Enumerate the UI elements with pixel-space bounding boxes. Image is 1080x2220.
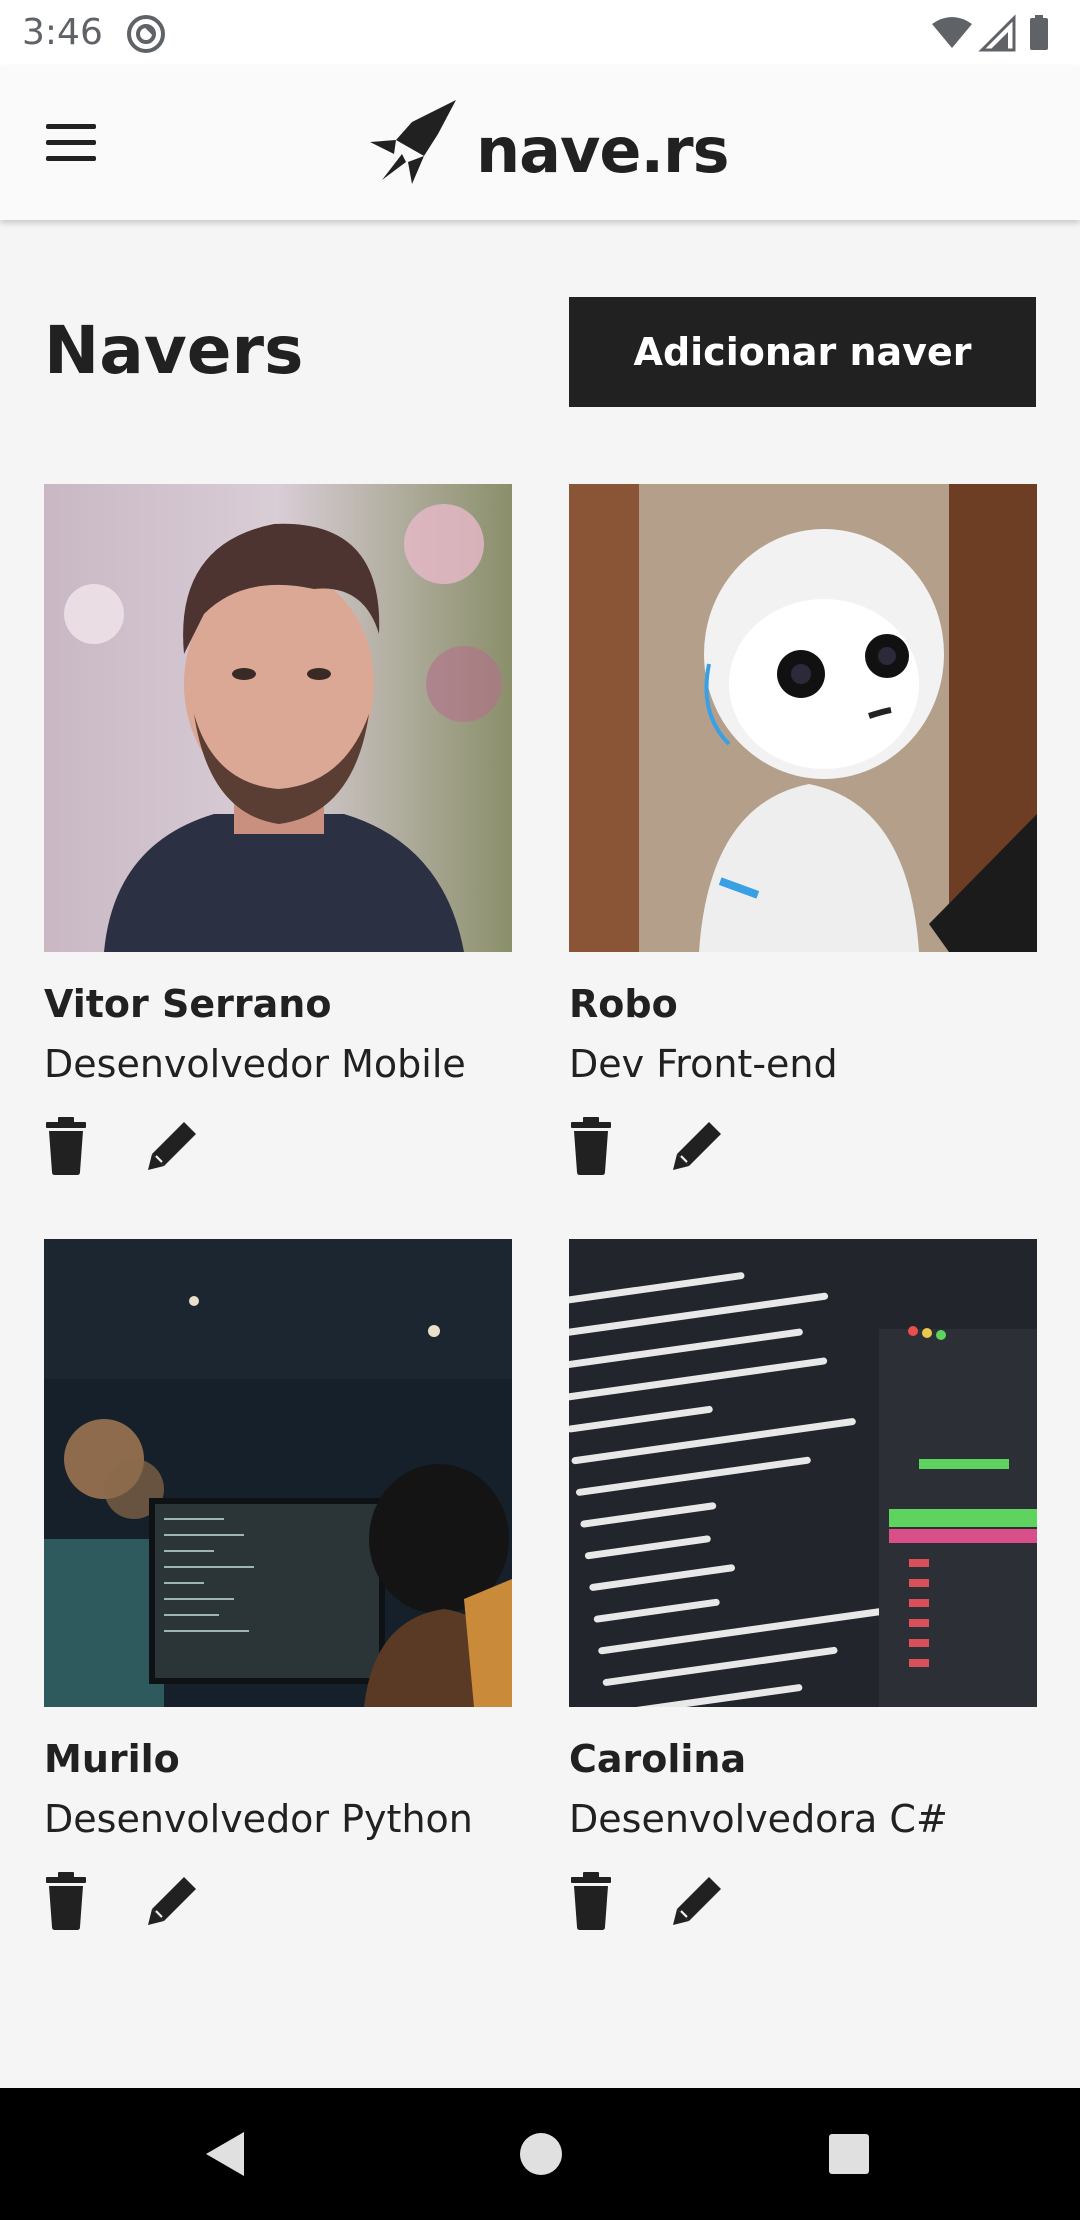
app-logo: nave.rs — [366, 96, 729, 192]
naver-card[interactable]: Carolina Desenvolvedora C# — [569, 1239, 1037, 1931]
naver-role: Dev Front-end — [569, 1042, 838, 1086]
trash-icon[interactable] — [569, 1116, 625, 1176]
recents-square-icon[interactable] — [828, 2133, 870, 2180]
rocket-icon — [370, 100, 456, 184]
card-actions — [569, 1871, 1037, 1931]
system-nav-bar — [0, 2088, 1080, 2220]
status-time: 3:46 — [22, 12, 103, 53]
naver-role: Desenvolvedora C# — [569, 1797, 948, 1841]
naver-role: Desenvolvedor Mobile — [44, 1042, 466, 1086]
status-icons — [930, 14, 1062, 54]
trash-icon[interactable] — [44, 1116, 100, 1176]
office-monitor-photo[interactable] — [44, 1239, 512, 1707]
app-header: nave.rs — [0, 66, 1080, 220]
portrait-photo[interactable] — [44, 484, 512, 952]
naver-name: Carolina — [569, 1737, 747, 1781]
robot-photo[interactable] — [569, 484, 1037, 952]
home-circle-icon[interactable] — [519, 2132, 563, 2181]
card-actions — [44, 1871, 512, 1931]
logo-text: nave.rs — [476, 114, 729, 187]
pencil-icon[interactable] — [146, 1871, 202, 1931]
naver-card[interactable]: Robo Dev Front-end — [569, 484, 1037, 1176]
naver-card[interactable]: Murilo Desenvolvedor Python — [44, 1239, 512, 1931]
naver-name: Robo — [569, 982, 678, 1026]
back-triangle-icon[interactable] — [204, 2130, 248, 2183]
card-actions — [44, 1116, 512, 1176]
naver-name: Murilo — [44, 1737, 180, 1781]
cell-signal-icon — [978, 14, 1016, 52]
page-title: Navers — [44, 312, 304, 389]
sync-circle-icon — [126, 14, 166, 54]
pencil-icon[interactable] — [146, 1116, 202, 1176]
card-actions — [569, 1116, 1037, 1176]
naver-role: Desenvolvedor Python — [44, 1797, 473, 1841]
hamburger-menu-icon[interactable] — [40, 116, 102, 172]
trash-icon[interactable] — [44, 1871, 100, 1931]
battery-icon — [1030, 15, 1048, 50]
wifi-icon — [932, 17, 972, 48]
pencil-icon[interactable] — [671, 1116, 727, 1176]
naver-card[interactable]: Vitor Serrano Desenvolvedor Mobile — [44, 484, 512, 1176]
pencil-icon[interactable] — [671, 1871, 727, 1931]
add-naver-button[interactable]: Adicionar naver — [569, 297, 1036, 407]
naver-name: Vitor Serrano — [44, 982, 332, 1026]
terminal-screen-photo[interactable] — [569, 1239, 1037, 1707]
status-bar: 3:46 — [0, 0, 1080, 66]
trash-icon[interactable] — [569, 1871, 625, 1931]
